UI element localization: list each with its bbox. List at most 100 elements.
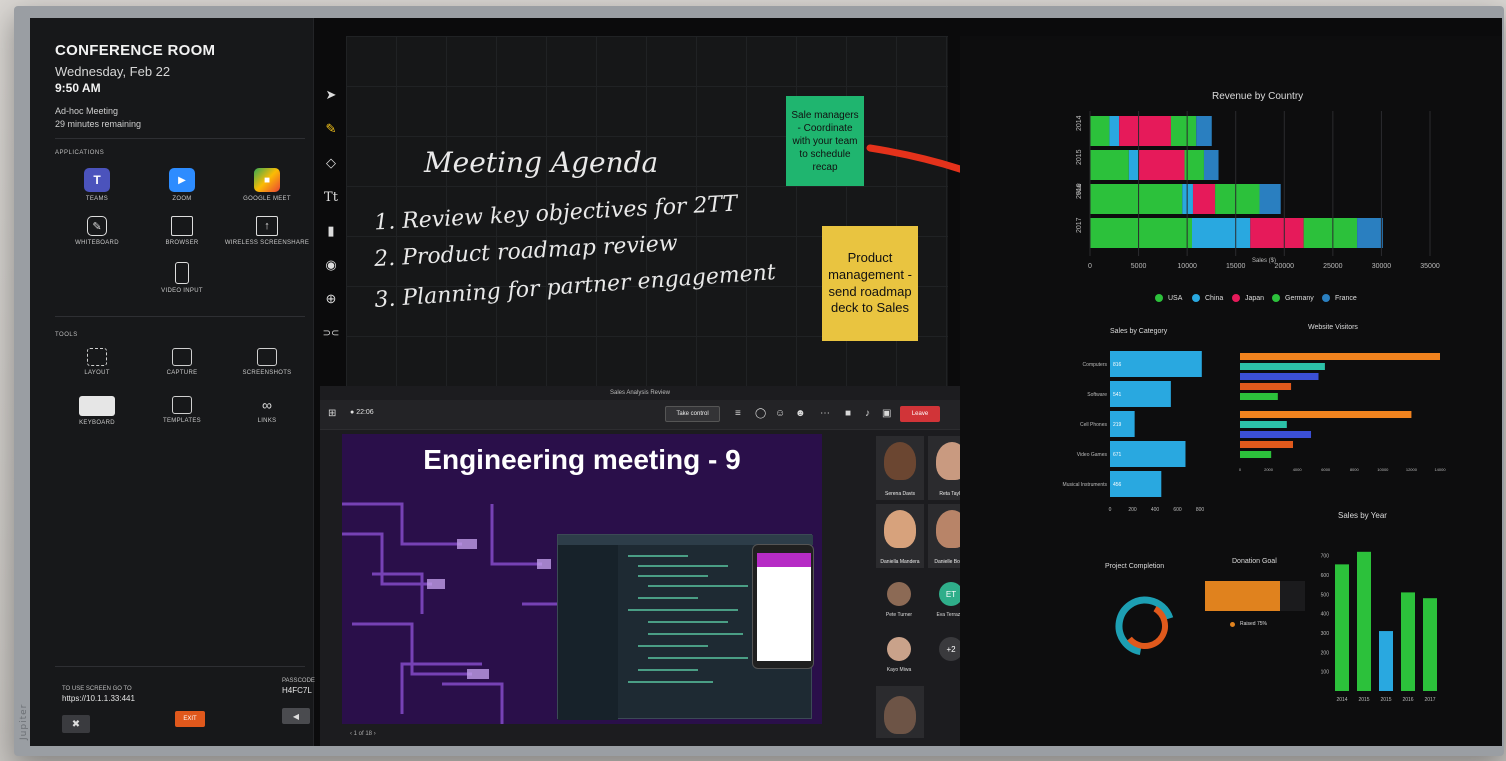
phone-mockup xyxy=(752,544,814,669)
sticky-note-icon: ▮ xyxy=(327,223,335,238)
app-browser[interactable]: BROWSER xyxy=(137,216,227,246)
legend-label: Japan xyxy=(1245,294,1265,302)
revenue-tick-label: 5000 xyxy=(1131,263,1147,270)
participant-tile[interactable]: Serena Davis xyxy=(876,436,924,500)
pen-tool[interactable]: ✎ xyxy=(316,112,346,146)
visitors-tick-label: 0 xyxy=(1239,467,1242,472)
leave-button[interactable]: Leave xyxy=(900,406,940,422)
year-bar xyxy=(1423,598,1437,691)
take-control-button[interactable]: Take control xyxy=(665,406,720,422)
screenshare-icon: ↑ xyxy=(256,216,278,236)
participant-tile[interactable] xyxy=(876,686,924,738)
tool-layout[interactable]: LAYOUT xyxy=(52,348,142,376)
app-teams[interactable]: T TEAMS xyxy=(52,168,142,202)
whiteboard-toolbar: ➤ ✎ ◇ Tt ▮ ◉ ⊕ ⊃⊂ xyxy=(316,78,346,348)
pointer-tool[interactable]: ➤ xyxy=(316,78,346,112)
visitors-tick-label: 6000 xyxy=(1321,467,1331,472)
phone-app-bar xyxy=(757,553,811,567)
tool-screenshots[interactable]: SCREENSHOTS xyxy=(222,348,312,376)
tool-label: SCREENSHOTS xyxy=(242,370,292,376)
revenue-category-label: 2017 xyxy=(1076,217,1083,233)
text-tool[interactable]: Tt xyxy=(316,180,346,214)
year-category-label: 2017 xyxy=(1424,697,1435,703)
legend-usa: USA xyxy=(1155,294,1182,302)
donation-track xyxy=(1205,581,1305,611)
camera-icon xyxy=(172,348,192,366)
call-toolbar: ⊞ ● 22:06 Take control ≡ ◯ ☺ ☻ ⋯ ■ ♪ ▣ L… xyxy=(320,400,960,430)
call-window-title: Sales Analysis Review xyxy=(609,390,671,396)
reactions-icon[interactable]: ☻ xyxy=(795,408,806,419)
revenue-bar-segment xyxy=(1109,116,1120,146)
app-video-input[interactable]: VIDEO INPUT xyxy=(137,262,227,294)
tool-keyboard[interactable]: KEYBOARD xyxy=(52,396,142,426)
year-bar xyxy=(1357,551,1371,691)
camera-icon[interactable]: ■ xyxy=(845,408,851,419)
revenue-bar-segment xyxy=(1192,184,1216,214)
back-button[interactable]: ◀ xyxy=(282,708,310,724)
slide-pager[interactable]: ‹ 1 of 18 › xyxy=(350,731,376,737)
people-icon[interactable]: ☺ xyxy=(775,408,785,419)
settings-button[interactable]: ✖ xyxy=(62,715,90,733)
app-whiteboard[interactable]: ✎ WHITEBOARD xyxy=(52,216,142,246)
year-chart: 100 200 300 400 500 600 700 2014 2015 2015 2016 201… xyxy=(1321,551,1437,703)
revenue-bar-segment xyxy=(1128,150,1139,180)
category-bar xyxy=(1110,351,1202,377)
eraser-tool[interactable]: ◇ xyxy=(316,146,346,180)
participant-name: Kayo Miwa xyxy=(886,667,912,673)
revenue-bar-segment xyxy=(1090,184,1183,214)
category-chart-title: Sales by Category xyxy=(1110,328,1168,335)
grid-tool[interactable]: ⊕ xyxy=(316,282,346,316)
screen-goto-label: TO USE SCREEN GO TO xyxy=(62,686,132,692)
participant-small-tile[interactable]: Kayo Miwa xyxy=(876,631,922,691)
revenue-y-label: Year xyxy=(1077,182,1084,196)
app-google-meet[interactable]: ■ GOOGLE MEET xyxy=(222,168,312,202)
revenue-category-label: 2014 xyxy=(1076,115,1083,131)
menu-icon[interactable]: ≡ xyxy=(735,408,741,419)
visitors-tick-label: 8000 xyxy=(1350,467,1360,472)
visitors-tick-label: 14000 xyxy=(1434,467,1446,472)
legend-germany: Germany xyxy=(1272,294,1314,302)
donation-chart-title: Donation Goal xyxy=(1232,558,1277,565)
grid-icon[interactable]: ⊞ xyxy=(328,408,336,419)
revenue-tick-label: 35000 xyxy=(1420,263,1440,270)
teams-icon: T xyxy=(84,168,110,192)
app-zoom[interactable]: ▶ ZOOM xyxy=(137,168,227,202)
category-data-label: 456 xyxy=(1113,482,1122,488)
year-tick-label: 100 xyxy=(1321,670,1330,676)
pager-text: 1 of 18 xyxy=(353,731,373,737)
tool-links[interactable]: ∞ LINKS xyxy=(222,396,312,424)
eraser-icon: ◇ xyxy=(326,155,336,170)
undo-redo-tool[interactable]: ⊃⊂ xyxy=(316,316,346,350)
sticky-note-tool[interactable]: ▮ xyxy=(316,214,346,248)
more-icon[interactable]: ⋯ xyxy=(820,408,830,419)
app-label: WIRELESS SCREENSHARE xyxy=(224,240,310,246)
year-tick-label: 500 xyxy=(1321,592,1330,598)
chat-icon[interactable]: ◯ xyxy=(755,408,766,419)
passcode-value: H4FC7L xyxy=(282,686,312,695)
tool-capture[interactable]: CAPTURE xyxy=(137,348,227,376)
visitors-bar xyxy=(1240,441,1293,448)
app-label: VIDEO INPUT xyxy=(161,288,203,294)
visitors-bar xyxy=(1240,393,1278,400)
call-timer: ● 22:06 xyxy=(350,409,374,416)
participant-small-tile[interactable]: Pete Turner xyxy=(876,576,922,636)
passcode-label: PASSCODE xyxy=(282,678,315,684)
year-chart-title: Sales by Year xyxy=(1338,511,1387,520)
call-timer-value: 22:06 xyxy=(356,409,374,416)
color-tool[interactable]: ◉ xyxy=(316,248,346,282)
revenue-bar-segment xyxy=(1090,116,1110,146)
completion-donut xyxy=(1115,596,1175,656)
participant-video xyxy=(884,696,916,734)
mic-icon[interactable]: ♪ xyxy=(865,408,870,419)
participant-avatar xyxy=(887,582,911,606)
legend-dot xyxy=(1272,294,1280,302)
share-icon[interactable]: ▣ xyxy=(882,408,891,419)
app-wireless-screenshare[interactable]: ↑ WIRELESS SCREENSHARE xyxy=(222,216,312,246)
participant-tile[interactable]: Daniella Mandera xyxy=(876,504,924,568)
legend-label: Germany xyxy=(1285,294,1314,302)
exit-button[interactable]: EXIT xyxy=(175,711,205,727)
participant-name: Pete Turner xyxy=(885,612,913,618)
year-category-label: 2015 xyxy=(1380,697,1391,703)
tools-label: TOOLS xyxy=(55,332,78,338)
tool-templates[interactable]: TEMPLATES xyxy=(137,396,227,424)
